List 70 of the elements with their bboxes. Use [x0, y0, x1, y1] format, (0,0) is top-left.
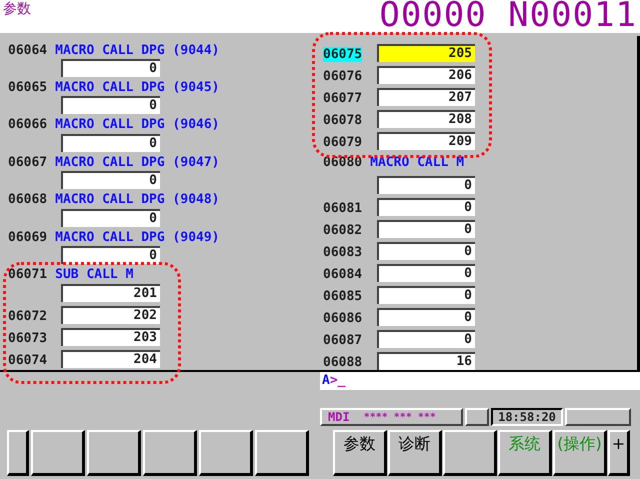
value-field[interactable]: 205 — [377, 44, 475, 62]
value-field[interactable]: 209 — [377, 132, 475, 150]
softkey[interactable]: 诊断 — [388, 430, 442, 476]
parameter-number: 06077 — [323, 91, 362, 106]
parameter-number: 06074 — [8, 352, 48, 368]
parameter-number: 06073 — [8, 330, 48, 346]
status-cell — [465, 408, 489, 426]
softkey[interactable] — [443, 430, 497, 476]
parameter-name: MACRO CALL DPG (9048) — [55, 192, 220, 208]
parameter-number: 06081 — [323, 201, 362, 216]
value-field[interactable]: 0 — [61, 171, 160, 190]
parameter-number: 06064 — [8, 42, 48, 58]
parameter-number: 06076 — [323, 69, 362, 84]
parameter-number: 06075 — [323, 47, 362, 62]
value-field[interactable]: 0 — [61, 208, 160, 227]
value-field[interactable]: 0 — [377, 198, 475, 216]
value-field[interactable]: 0 — [61, 96, 160, 114]
parameter-number: 06087 — [323, 333, 362, 348]
value-field[interactable]: 0 — [377, 264, 475, 282]
value-field[interactable]: 201 — [61, 284, 160, 302]
parameter-name: MACRO CALL DPG (9044) — [55, 42, 220, 58]
value-field[interactable]: 0 — [377, 308, 475, 326]
parameter-number: 06083 — [323, 245, 362, 260]
value-field[interactable]: 0 — [377, 242, 475, 260]
value-field[interactable]: 0 — [377, 286, 475, 304]
value-field[interactable]: 203 — [61, 328, 160, 346]
screen-title: 参数 — [3, 0, 31, 18]
program-number: O0000 N00011 — [379, 0, 637, 34]
parameter-number: 06071 — [8, 267, 48, 284]
value-field[interactable]: 0 — [377, 330, 475, 348]
parameter-number: 06088 — [323, 355, 362, 370]
value-field[interactable]: 0 — [61, 134, 160, 152]
parameter-number: 06068 — [8, 192, 48, 208]
softkey[interactable] — [31, 430, 85, 476]
parameter-number: 06079 — [323, 135, 362, 150]
parameter-name: MACRO CALL DPG (9049) — [55, 230, 220, 246]
value-field[interactable]: 207 — [377, 88, 475, 106]
softkey[interactable] — [143, 430, 197, 476]
parameter-name: MACRO CALL DPG (9045) — [55, 80, 220, 96]
value-field[interactable]: 0 — [61, 59, 160, 77]
value-field[interactable]: 16 — [377, 352, 475, 370]
parameter-name: SUB CALL M — [55, 267, 134, 284]
value-field[interactable]: 0 — [61, 246, 160, 264]
clock: 18:58:20 — [491, 408, 563, 426]
value-field[interactable]: 204 — [61, 350, 160, 368]
softkey[interactable] — [7, 430, 29, 476]
parameter-name: MACRO CALL DPG (9047) — [55, 154, 220, 171]
parameter-name: MACRO CALL DPG (9046) — [55, 117, 220, 134]
value-field[interactable]: 206 — [377, 66, 475, 84]
parameter-number: 06066 — [8, 117, 48, 134]
parameter-number: 06065 — [8, 80, 48, 96]
softkey[interactable]: + — [608, 430, 630, 476]
parameter-number: 06084 — [323, 267, 362, 282]
value-field[interactable]: 208 — [377, 110, 475, 128]
value-field[interactable]: 202 — [61, 306, 160, 324]
softkey[interactable] — [199, 430, 253, 476]
softkey[interactable] — [255, 430, 309, 476]
value-field[interactable]: 0 — [377, 220, 475, 238]
softkey[interactable]: 参数 — [333, 430, 387, 476]
parameter-number: 06086 — [323, 311, 362, 326]
status-cell — [565, 408, 631, 426]
parameter-number: 06072 — [8, 308, 48, 324]
parameter-number: 06069 — [8, 230, 48, 246]
softkey[interactable] — [87, 430, 141, 476]
parameter-number: 06067 — [8, 154, 48, 171]
value-field[interactable]: 0 — [377, 176, 475, 194]
mode-status: MDI **** *** *** — [320, 408, 463, 426]
parameter-number: 06078 — [323, 113, 362, 128]
parameter-number: 06085 — [323, 289, 362, 304]
parameter-number: 06082 — [323, 223, 362, 238]
